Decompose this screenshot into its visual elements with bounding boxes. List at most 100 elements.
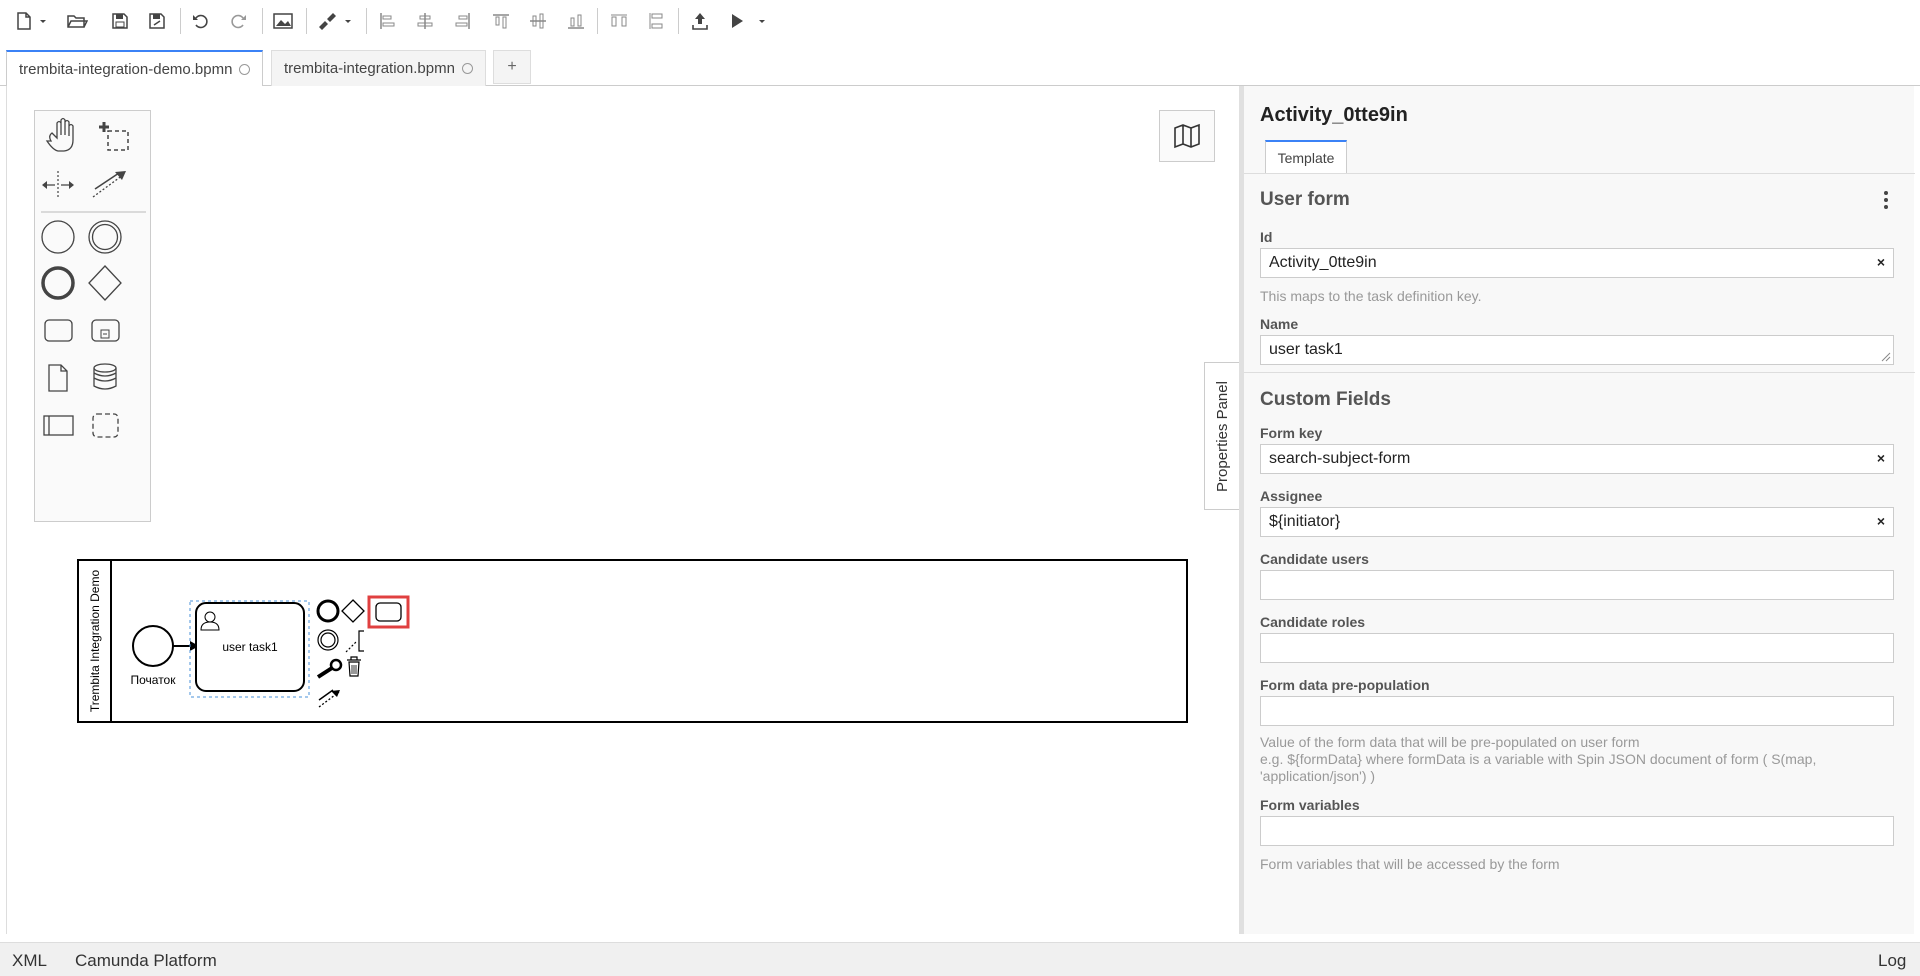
candidate-users-field[interactable]: [1260, 570, 1894, 600]
properties-panel-resizer[interactable]: [1239, 86, 1244, 934]
prepopulation-hint: Value of the form data that will be pre-…: [1260, 734, 1894, 785]
form-variables-hint: Form variables that will be accessed by …: [1260, 856, 1560, 872]
id-field[interactable]: Activity_0tte9in ×: [1260, 248, 1894, 278]
properties-panel: Activity_0tte9in Template User form Id A…: [1239, 86, 1915, 934]
name-label: Name: [1260, 316, 1299, 332]
data-store-tool-icon[interactable]: [93, 363, 117, 390]
global-connect-tool-icon[interactable]: [92, 171, 126, 198]
assignee-field[interactable]: ${initiator} ×: [1260, 507, 1894, 537]
start-instance-icon[interactable]: [726, 8, 770, 34]
align-left-icon[interactable]: [375, 8, 399, 34]
align-bottom-icon[interactable]: [564, 8, 588, 34]
candidate-users-label: Candidate users: [1260, 551, 1369, 567]
prepopulation-field[interactable]: [1260, 696, 1894, 726]
form-variables-field[interactable]: [1260, 816, 1894, 846]
tool-palette: [34, 110, 151, 522]
toolbar-divider: [262, 8, 263, 34]
candidate-roles-field[interactable]: [1260, 633, 1894, 663]
tab-underline: [1240, 173, 1915, 174]
xml-tab[interactable]: XML: [12, 951, 47, 971]
id-value: Activity_0tte9in: [1269, 254, 1377, 271]
prepopulation-hint-line: Value of the form data that will be pre-…: [1260, 734, 1640, 750]
candidate-roles-label: Candidate roles: [1260, 614, 1366, 630]
deploy-icon[interactable]: [688, 8, 712, 34]
toolbar-divider: [597, 8, 598, 34]
toolbar: [0, 0, 1920, 42]
undo-icon[interactable]: [189, 8, 213, 34]
append-task-icon[interactable]: [375, 602, 402, 622]
prepopulation-hint-line: e.g. ${formData} where formData is a var…: [1260, 751, 1817, 767]
start-event[interactable]: [132, 625, 174, 667]
tab-label: trembita-integration-demo.bpmn: [19, 60, 233, 78]
clear-form-key-button[interactable]: ×: [1877, 450, 1885, 466]
save-as-icon[interactable]: [145, 8, 169, 34]
assignee-value: ${initiator}: [1269, 513, 1341, 530]
group-menu-icon[interactable]: [1876, 190, 1896, 215]
align-top-icon[interactable]: [489, 8, 513, 34]
map-icon: [1174, 123, 1200, 149]
group-divider: [1240, 372, 1915, 373]
minimap-toggle-button[interactable]: [1159, 110, 1215, 162]
group-tool-icon[interactable]: [92, 413, 119, 438]
align-middle-icon[interactable]: [526, 8, 550, 34]
participant-tool-icon[interactable]: [43, 415, 74, 436]
prepopulation-label: Form data pre-population: [1260, 677, 1430, 693]
toolbar-divider: [366, 8, 367, 34]
hand-tool-icon[interactable]: [45, 117, 74, 152]
properties-panel-toggle-label: Properties Panel: [1214, 380, 1231, 492]
properties-panel-toggle[interactable]: Properties Panel: [1204, 362, 1240, 510]
id-hint: This maps to the task definition key.: [1260, 288, 1482, 304]
append-end-event-icon[interactable]: [316, 599, 340, 623]
toolbar-divider: [180, 8, 181, 34]
intermediate-event-tool-icon[interactable]: [88, 220, 122, 254]
toolbar-divider: [678, 8, 679, 34]
gateway-tool-icon[interactable]: [88, 265, 122, 301]
tab-bar: trembita-integration-demo.bpmn trembita-…: [0, 48, 1920, 87]
align-right-icon[interactable]: [451, 8, 475, 34]
distribute-horizontal-icon[interactable]: [607, 8, 631, 34]
save-icon[interactable]: [108, 8, 132, 34]
group-title-custom-fields: Custom Fields: [1260, 389, 1391, 410]
distribute-vertical-icon[interactable]: [645, 8, 669, 34]
append-intermediate-event-icon[interactable]: [317, 629, 339, 651]
name-value: user task1: [1269, 341, 1343, 358]
unsaved-indicator-icon[interactable]: [239, 63, 251, 75]
pool-label: Trembita Integration Demo: [88, 570, 102, 713]
space-tool-icon[interactable]: [42, 171, 74, 199]
start-event-label: Початок: [131, 673, 177, 687]
add-tab-button[interactable]: +: [493, 50, 531, 84]
subprocess-tool-icon[interactable]: [91, 319, 120, 342]
clear-id-button[interactable]: ×: [1877, 254, 1885, 270]
tab-trembita-integration[interactable]: trembita-integration.bpmn: [271, 50, 486, 86]
lasso-tool-icon[interactable]: [99, 122, 129, 151]
form-key-field[interactable]: search-subject-form ×: [1260, 444, 1894, 474]
name-field[interactable]: user task1: [1260, 335, 1894, 365]
redo-icon[interactable]: [226, 8, 250, 34]
form-key-label: Form key: [1260, 425, 1323, 441]
align-center-icon[interactable]: [413, 8, 437, 34]
status-bar: XML Camunda Platform Log: [0, 942, 1920, 976]
export-image-icon[interactable]: [271, 8, 295, 34]
id-label: Id: [1260, 229, 1273, 245]
toolbar-divider: [306, 8, 307, 34]
platform-indicator[interactable]: Camunda Platform: [75, 951, 217, 971]
clear-assignee-button[interactable]: ×: [1877, 513, 1885, 529]
color-brush-icon[interactable]: [314, 8, 356, 34]
tab-template[interactable]: Template: [1265, 140, 1347, 174]
end-event-tool-icon[interactable]: [41, 266, 75, 300]
diagram-canvas[interactable]: Trembita Integration Demo Початок user t…: [6, 86, 1240, 934]
start-event-tool-icon[interactable]: [41, 220, 75, 254]
open-icon[interactable]: [64, 8, 90, 34]
tab-trembita-integration-demo[interactable]: trembita-integration-demo.bpmn: [6, 50, 264, 87]
form-key-value: search-subject-form: [1269, 450, 1411, 467]
unsaved-indicator-icon[interactable]: [461, 63, 473, 74]
resize-handle-icon[interactable]: [1881, 352, 1891, 362]
assignee-label: Assignee: [1260, 488, 1323, 504]
tab-label: trembita-integration.bpmn: [284, 60, 455, 77]
bpmn-diagram: Trembita Integration Demo Початок user t…: [77, 559, 1188, 723]
log-toggle[interactable]: Log: [1878, 951, 1906, 971]
form-variables-label: Form variables: [1260, 797, 1360, 813]
data-object-tool-icon[interactable]: [48, 364, 68, 392]
task-tool-icon[interactable]: [44, 319, 73, 342]
new-file-icon[interactable]: [14, 8, 50, 34]
